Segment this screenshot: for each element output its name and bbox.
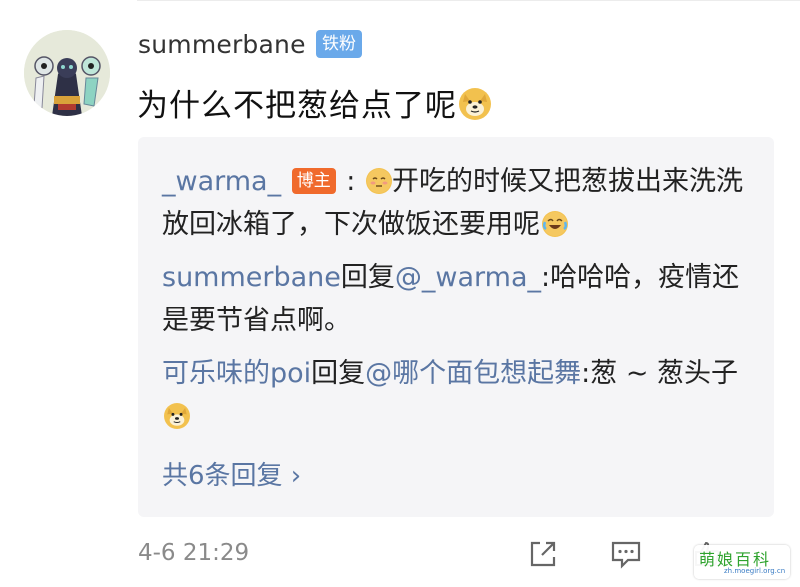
comment-timestamp: 4-6 21:29 <box>138 540 250 566</box>
reply-item[interactable]: summerbane回复@_warma_:哈哈哈，疫情还是要节省点啊。 <box>162 256 752 342</box>
reply-text: :葱 ~ 葱头子 <box>581 358 739 389</box>
blogger-badge: 博主 <box>291 168 336 194</box>
reply-action: 回复 <box>340 262 395 293</box>
watermark-url: zh.moegirl.org.cn <box>724 567 786 575</box>
share-icon[interactable] <box>528 539 558 573</box>
reply-action: 回复 <box>311 358 366 389</box>
reply-box: _warma_ 博主 : 开吃的时候又把葱拔出来洗洗放回冰箱了，下次做饭还要用呢 <box>138 137 774 517</box>
comment-text: 为什么不把葱给点了呢 <box>137 80 491 125</box>
more-replies-link[interactable]: 共6条回复 › <box>162 455 301 492</box>
reply-author[interactable]: _warma_ <box>162 166 281 197</box>
reply-mention[interactable]: @_warma_ <box>395 262 541 293</box>
reply-item[interactable]: _warma_ 博主 : 开吃的时候又把葱拔出来洗洗放回冰箱了，下次做饭还要用呢 <box>162 160 752 246</box>
laugh-cry-emoji <box>542 211 568 237</box>
doge-emoji <box>459 88 491 120</box>
reply-item[interactable]: 可乐味的poi回复@哪个面包想起舞:葱 ~ 葱头子 <box>162 352 752 438</box>
reply-author[interactable]: 可乐味的poi <box>162 358 311 389</box>
comment-username[interactable]: summerbane <box>138 30 306 59</box>
top-divider <box>137 0 800 1</box>
comment-icon[interactable] <box>610 539 642 573</box>
awkward-emoji <box>365 168 392 194</box>
reply-author[interactable]: summerbane <box>162 262 341 293</box>
avatar[interactable] <box>24 30 110 116</box>
reply-separator: : <box>337 166 364 197</box>
fan-badge: 铁粉 <box>316 30 362 58</box>
watermark: 萌娘百科 zh.moegirl.org.cn <box>694 545 790 579</box>
doge-emoji <box>164 403 190 429</box>
comment-text-content: 为什么不把葱给点了呢 <box>137 88 457 124</box>
reply-mention[interactable]: @哪个面包想起舞 <box>365 358 581 389</box>
